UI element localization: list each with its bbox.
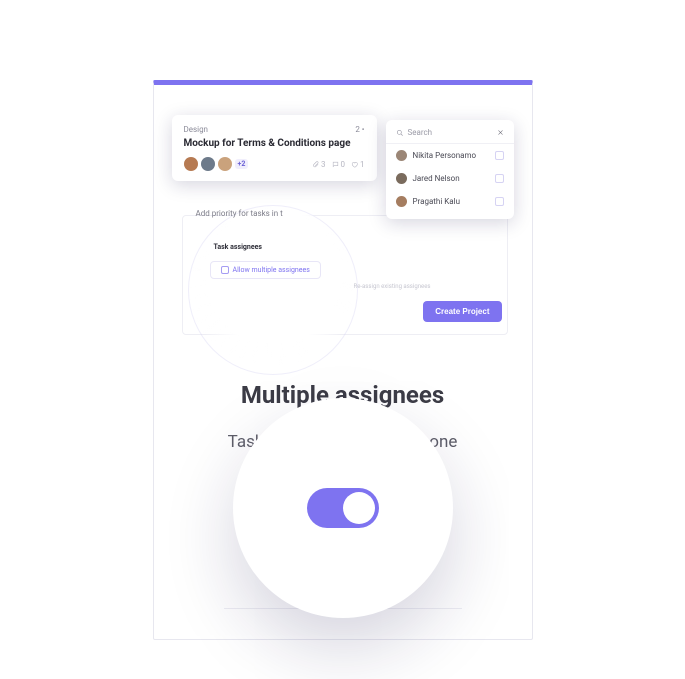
search-field[interactable]: Search — [386, 126, 514, 144]
task-badge: 2 • — [355, 125, 364, 134]
person-option[interactable]: Pragathi Kalu — [386, 190, 514, 213]
person-name: Jared Nelson — [413, 174, 460, 183]
task-card-header: Design 2 • — [184, 125, 365, 134]
preview-hint-text: Add priority for tasks in t — [196, 209, 283, 218]
person-name: Nikita Personamo — [413, 151, 477, 160]
allow-multiple-checkbox[interactable]: Allow multiple assignees — [210, 261, 321, 279]
checkbox-icon[interactable] — [495, 197, 504, 206]
toggle-area — [194, 510, 492, 610]
avatar-icon — [396, 173, 407, 184]
task-card[interactable]: Design 2 • Mockup for Terms & Conditions… — [172, 115, 377, 181]
task-title: Mockup for Terms & Conditions page — [184, 138, 365, 149]
assignee-search-popover: Search Nikita Personamo Jared Nelson Pra… — [386, 120, 514, 219]
task-footer: +2 3 0 1 — [184, 157, 365, 171]
person-option[interactable]: Jared Nelson — [386, 167, 514, 190]
search-icon — [396, 129, 404, 137]
checkbox-icon[interactable] — [495, 174, 504, 183]
checkbox-icon — [221, 266, 229, 274]
toggle-knob — [343, 492, 375, 524]
avatar-icon — [218, 157, 232, 171]
magnify-halo — [188, 205, 358, 375]
reassign-hint: Re-assign existing assignees — [354, 283, 431, 290]
preview-cluster: Design 2 • Mockup for Terms & Conditions… — [154, 85, 532, 345]
feature-content: Multiple assignees Tasks can have more t… — [154, 345, 532, 610]
search-placeholder: Search — [408, 128, 433, 137]
task-assignees-label: Task assignees — [214, 243, 263, 251]
person-name: Pragathi Kalu — [413, 197, 460, 206]
create-project-label: Create Project — [435, 307, 489, 316]
checkbox-icon[interactable] — [495, 151, 504, 160]
task-meta: 3 0 1 — [312, 160, 365, 169]
toggle-halo — [233, 398, 453, 618]
avatar-icon — [184, 157, 198, 171]
feature-card: Design 2 • Mockup for Terms & Conditions… — [153, 80, 533, 640]
person-option[interactable]: Nikita Personamo — [386, 144, 514, 167]
comments-icon: 0 — [332, 160, 346, 169]
task-category: Design — [184, 125, 208, 134]
close-icon[interactable] — [497, 129, 504, 136]
feature-toggle[interactable] — [307, 488, 379, 528]
create-project-button[interactable]: Create Project — [423, 301, 501, 322]
allow-multiple-label: Allow multiple assignees — [233, 266, 310, 274]
attachments-icon: 3 — [312, 160, 326, 169]
avatar-icon — [396, 196, 407, 207]
avatar-icon — [396, 150, 407, 161]
likes-icon: 1 — [351, 160, 365, 169]
avatar-icon — [201, 157, 215, 171]
more-assignees-chip[interactable]: +2 — [235, 159, 249, 169]
